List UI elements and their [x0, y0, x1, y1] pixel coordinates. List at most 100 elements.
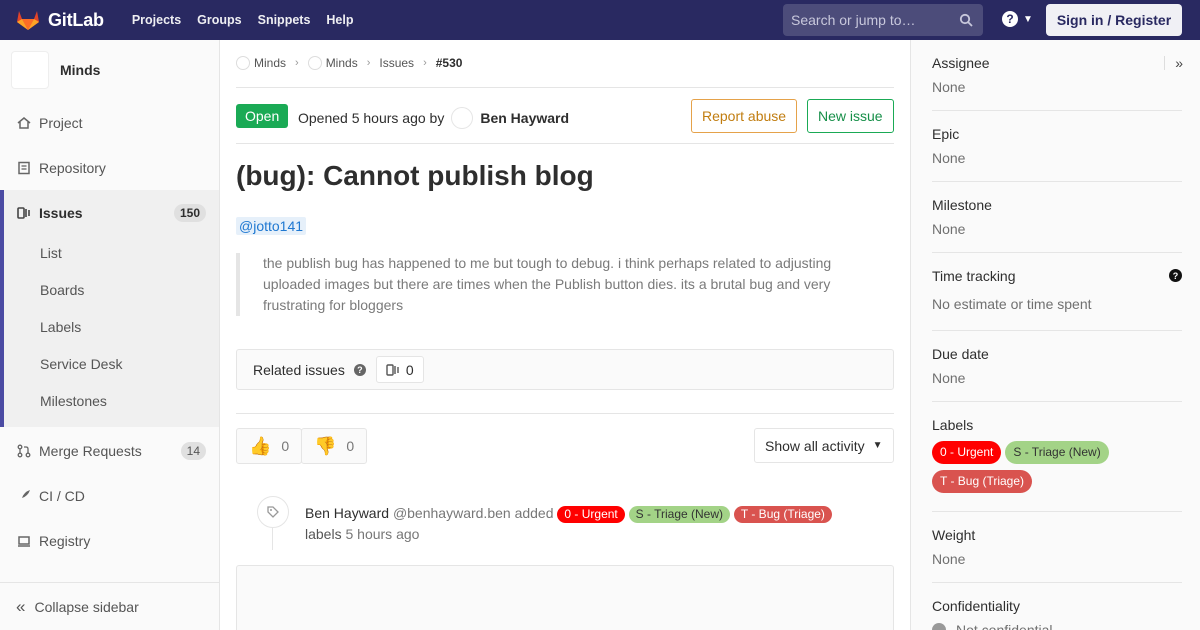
label-bug[interactable]: T - Bug (Triage)	[932, 470, 1033, 493]
sidebar-item-label: Merge Requests	[39, 442, 142, 459]
divider	[236, 413, 894, 414]
new-issue-button[interactable]: New issue	[807, 99, 894, 133]
search-placeholder: Search or jump to…	[791, 12, 916, 28]
merge-requests-count-badge: 14	[180, 441, 206, 460]
note-action: added	[514, 505, 554, 521]
epic-value: None	[932, 150, 966, 166]
sidebar-item-label: CI / CD	[39, 487, 85, 504]
search-icon	[959, 13, 973, 27]
timeline-line	[272, 528, 273, 550]
confidentiality-value: Not confidential	[956, 622, 1053, 630]
question-icon[interactable]: ?	[353, 363, 366, 376]
nav-projects[interactable]: Projects	[124, 0, 189, 40]
nav-help[interactable]: Help	[318, 0, 361, 40]
time-tracking-value: No estimate or time spent	[932, 296, 1092, 312]
home-icon	[16, 115, 32, 131]
signin-button[interactable]: Sign in / Register	[1046, 4, 1182, 36]
collapse-sidebar-button[interactable]: « Collapse sidebar	[0, 582, 219, 630]
related-issues-label: Related issues	[253, 361, 345, 378]
rocket-icon	[16, 488, 32, 504]
note-author[interactable]: Ben Hayward	[305, 505, 389, 521]
nav-groups[interactable]: Groups	[189, 0, 249, 40]
epic-title: Epic	[932, 126, 960, 142]
label-urgent[interactable]: 0 - Urgent	[932, 441, 1002, 464]
breadcrumb-group[interactable]: Minds	[254, 56, 286, 70]
issues-icon	[386, 363, 399, 376]
thumbs-down-icon: 👎	[314, 435, 337, 456]
related-issues-panel: Related issues ? 0	[236, 349, 894, 390]
due-date-block: Due date None	[932, 346, 1182, 402]
issue-description: the publish bug has happened to me but t…	[236, 253, 856, 316]
milestone-block: Milestone None	[932, 197, 1182, 253]
nav-snippets[interactable]: Snippets	[250, 0, 319, 40]
due-date-value: None	[932, 370, 966, 386]
weight-title: Weight	[932, 527, 976, 543]
opened-text: Opened 5 hours ago by	[298, 110, 445, 126]
sidebar-item-label: Project	[39, 114, 83, 131]
sidebar-subitem-boards[interactable]: Boards	[40, 282, 84, 298]
weight-block: Weight None	[932, 527, 1182, 583]
author-avatar[interactable]	[451, 107, 474, 129]
left-sidebar: Minds Project Repository Issues 150 List…	[0, 40, 220, 630]
project-header[interactable]: Minds	[0, 40, 219, 100]
user-mention[interactable]: @jotto141	[236, 217, 307, 235]
chevron-down-icon: ▼	[1023, 13, 1033, 25]
breadcrumb-project[interactable]: Minds	[326, 56, 358, 70]
thumbs-down-button[interactable]: 👎 0	[301, 428, 368, 464]
question-icon[interactable]: ?	[1169, 269, 1182, 282]
system-note: Ben Hayward @benhayward.ben added 0 - Ur…	[305, 503, 894, 545]
divider	[236, 87, 894, 88]
sidebar-item-merge-requests[interactable]: Merge Requests 14	[0, 428, 219, 473]
due-date-title: Due date	[932, 346, 989, 362]
report-abuse-button[interactable]: Report abuse	[691, 99, 798, 133]
gitlab-logo-icon	[17, 11, 39, 30]
opened-info: Opened 5 hours ago by Ben Hayward	[298, 107, 569, 129]
issues-count-badge: 150	[173, 203, 206, 222]
related-issues-count[interactable]: 0	[375, 356, 424, 383]
group-avatar	[236, 56, 250, 70]
issue-main: Minds › Minds › Issues › #530 Open Opene…	[236, 40, 894, 630]
project-avatar	[11, 51, 49, 89]
labels-list: 0 - Urgent S - Triage (New) T - Bug (Tri…	[932, 441, 1182, 493]
note-handle[interactable]: @benhayward.ben	[393, 505, 511, 521]
chevron-right-icon: ›	[423, 57, 427, 69]
sidebar-subitem-labels[interactable]: Labels	[40, 319, 81, 335]
thumbs-up-count: 0	[281, 438, 290, 454]
thumbs-up-button[interactable]: 👍 0	[236, 428, 303, 464]
label-bug[interactable]: T - Bug (Triage)	[733, 506, 832, 523]
gitlab-logo-link[interactable]: GitLab	[16, 0, 104, 40]
sidebar-item-issues[interactable]: Issues 150	[0, 190, 219, 235]
chevron-down-icon: ▼	[872, 440, 883, 451]
sidebar-subitem-service-desk[interactable]: Service Desk	[40, 356, 122, 372]
double-chevron-left-icon: «	[16, 596, 26, 616]
label-triage[interactable]: S - Triage (New)	[628, 506, 731, 523]
label-triage[interactable]: S - Triage (New)	[1005, 441, 1109, 464]
activity-filter-dropdown[interactable]: Show all activity ▼	[754, 428, 894, 463]
assignee-block: Assignee None	[932, 55, 1182, 111]
thumbs-down-count: 0	[346, 438, 355, 454]
time-tracking-block: Time tracking ? No estimate or time spen…	[932, 268, 1182, 331]
assignee-title: Assignee	[932, 55, 990, 71]
issue-title: (bug): Cannot publish blog	[236, 160, 594, 191]
eye-icon	[932, 623, 946, 630]
sidebar-subitem-milestones[interactable]: Milestones	[40, 393, 107, 409]
search-input[interactable]: Search or jump to…	[783, 4, 983, 36]
sidebar-item-repository[interactable]: Repository	[0, 145, 219, 190]
breadcrumb-issue-number[interactable]: #530	[436, 56, 463, 70]
sidebar-item-registry[interactable]: Registry	[0, 518, 219, 563]
label-urgent[interactable]: 0 - Urgent	[557, 506, 625, 523]
question-icon: ?	[1002, 11, 1018, 27]
breadcrumb-issues[interactable]: Issues	[379, 56, 414, 70]
sidebar-subitem-list[interactable]: List	[40, 245, 62, 261]
author-name[interactable]: Ben Hayward	[480, 110, 569, 126]
labels-block: Labels 0 - Urgent S - Triage (New) T - B…	[932, 417, 1182, 512]
assignee-value: None	[932, 79, 966, 95]
project-name: Minds	[60, 62, 101, 78]
help-dropdown[interactable]: ? ▼	[1002, 11, 1033, 27]
sidebar-item-ci-cd[interactable]: CI / CD	[0, 473, 219, 518]
top-navbar: GitLab Projects Groups Snippets Help Sea…	[0, 0, 1200, 40]
sidebar-item-label: Issues	[39, 204, 83, 221]
sidebar-item-project[interactable]: Project	[0, 100, 219, 145]
epic-block: Epic None	[932, 126, 1182, 182]
confidentiality-row[interactable]: Not confidential	[932, 622, 1182, 630]
